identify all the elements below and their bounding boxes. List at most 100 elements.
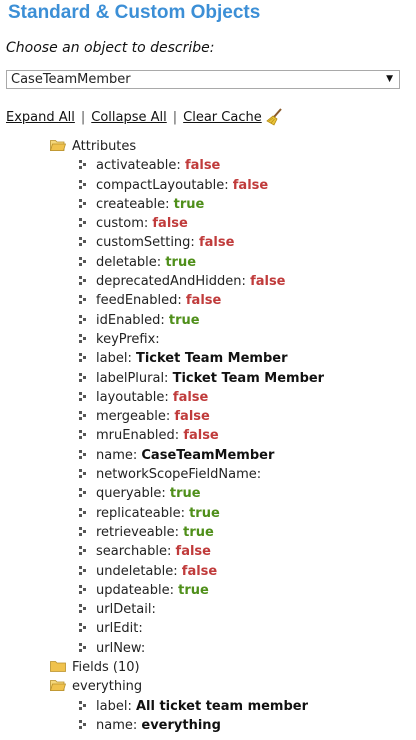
tree-leaf: urlEdit:	[50, 619, 324, 638]
tree-leaf: keyPrefix:	[50, 330, 324, 349]
node-icon	[79, 372, 86, 382]
expand-all-link[interactable]: Expand All	[6, 110, 75, 125]
tree-leaf: urlDetail:	[50, 600, 324, 619]
node-icon	[79, 430, 86, 440]
attribute-key: custom:	[96, 216, 149, 232]
node-icon	[79, 276, 86, 286]
node-icon	[79, 526, 86, 536]
tree-leaf: createable: true	[50, 195, 324, 214]
node-icon	[79, 584, 86, 594]
attribute-key: idEnabled:	[96, 312, 165, 328]
tree-leaf: compactLayoutable: false	[50, 176, 324, 195]
tree-leaf: idEnabled: true	[50, 311, 324, 330]
attribute-key: compactLayoutable:	[96, 177, 229, 193]
attribute-key: createable:	[96, 196, 170, 212]
attribute-value: false	[198, 235, 235, 251]
node-icon	[79, 449, 86, 459]
attribute-key: networkScopeFieldName:	[96, 467, 262, 483]
attribute-key: undeletable:	[96, 563, 178, 579]
attribute-key: searchable:	[96, 544, 172, 560]
attribute-key: urlEdit:	[96, 621, 143, 637]
tree-leaf: name: everything	[50, 716, 324, 735]
tree-leaf: label: All ticket team member	[50, 697, 324, 716]
attribute-key: name:	[96, 447, 138, 463]
tree-leaf: feedEnabled: false	[50, 291, 324, 310]
object-tree: Attributes activateable: false compactLay…	[50, 137, 324, 735]
tree-leaf: customSetting: false	[50, 233, 324, 252]
attribute-key: deletable:	[96, 254, 162, 270]
tree-leaf: labelPlural: Ticket Team Member	[50, 369, 324, 388]
attribute-key: keyPrefix:	[96, 331, 160, 347]
attribute-value: true	[173, 196, 205, 212]
attribute-key: urlNew:	[96, 640, 146, 656]
tree-leaf: undeletable: false	[50, 562, 324, 581]
attribute-value: false	[172, 389, 209, 405]
attribute-key: mergeable:	[96, 409, 171, 425]
node-icon	[79, 218, 86, 228]
tree-folder-fields[interactable]: Fields (10)	[50, 658, 324, 677]
object-select[interactable]: CaseTeamMember ▼	[6, 70, 400, 89]
node-icon	[79, 198, 86, 208]
attribute-value: false	[181, 563, 218, 579]
folder-open-icon	[50, 140, 66, 151]
node-icon	[79, 256, 86, 266]
attribute-value: All ticket team member	[135, 698, 309, 714]
node-icon	[79, 719, 86, 729]
attribute-value: true	[178, 582, 209, 598]
attribute-value: true	[165, 254, 197, 270]
tree-folder-attributes[interactable]: Attributes	[50, 137, 324, 156]
node-icon	[79, 295, 86, 305]
attributes-list: activateable: false compactLayoutable: fa…	[50, 156, 324, 658]
tree-leaf: queryable: true	[50, 484, 324, 503]
broom-icon[interactable]	[266, 108, 284, 126]
tree-actions: Expand All | Collapse All | Clear Cache	[6, 108, 284, 126]
node-icon	[79, 565, 86, 575]
attribute-value: true	[168, 312, 200, 328]
collapse-all-link[interactable]: Collapse All	[91, 110, 167, 125]
separator: |	[80, 109, 86, 125]
attribute-value: false	[152, 216, 188, 232]
tree-leaf: retrieveable: true	[50, 523, 324, 542]
attribute-value: CaseTeamMember	[141, 447, 275, 463]
node-icon	[79, 314, 86, 324]
attribute-value: Ticket Team Member	[172, 370, 325, 386]
tree-leaf: urlNew:	[50, 639, 324, 658]
clear-cache-link[interactable]: Clear Cache	[183, 110, 262, 125]
tree-folder-label: everything	[72, 679, 143, 695]
attribute-value: false	[232, 177, 269, 193]
separator: |	[172, 109, 178, 125]
node-icon	[79, 353, 86, 363]
attribute-value: everything	[141, 717, 221, 733]
attribute-key: labelPlural:	[96, 370, 169, 386]
tree-leaf: deprecatedAndHidden: false	[50, 272, 324, 291]
attribute-key: retrieveable:	[96, 524, 180, 540]
attribute-value: false	[183, 428, 219, 444]
node-icon	[79, 333, 86, 343]
tree-leaf: searchable: false	[50, 542, 324, 561]
tree-folder-label: Fields (10)	[72, 660, 140, 676]
node-icon	[79, 411, 86, 421]
attribute-key: name:	[96, 717, 138, 733]
tree-leaf: networkScopeFieldName:	[50, 465, 324, 484]
tree-folder-everything[interactable]: everything	[50, 677, 324, 696]
folder-open-icon	[50, 680, 66, 692]
attribute-key: urlDetail:	[96, 602, 156, 618]
node-icon	[79, 179, 86, 189]
attribute-key: feedEnabled:	[96, 293, 182, 309]
node-icon	[79, 160, 86, 170]
everything-list: label: All ticket team member name: every…	[50, 697, 324, 736]
attribute-key: label:	[96, 351, 132, 367]
attribute-key: queryable:	[96, 486, 166, 502]
attribute-key: customSetting:	[96, 235, 195, 251]
folder-icon	[50, 661, 66, 672]
attribute-value: false	[250, 274, 286, 290]
attribute-key: layoutable:	[96, 389, 169, 405]
tree-leaf: layoutable: false	[50, 388, 324, 407]
node-icon	[79, 700, 86, 710]
attribute-key: replicateable:	[96, 505, 185, 521]
attribute-value: true	[169, 486, 201, 502]
tree-leaf: updateable: true	[50, 581, 324, 600]
attribute-key: activateable:	[96, 158, 181, 174]
attribute-value: true	[189, 505, 220, 521]
tree-leaf: label: Ticket Team Member	[50, 349, 324, 368]
